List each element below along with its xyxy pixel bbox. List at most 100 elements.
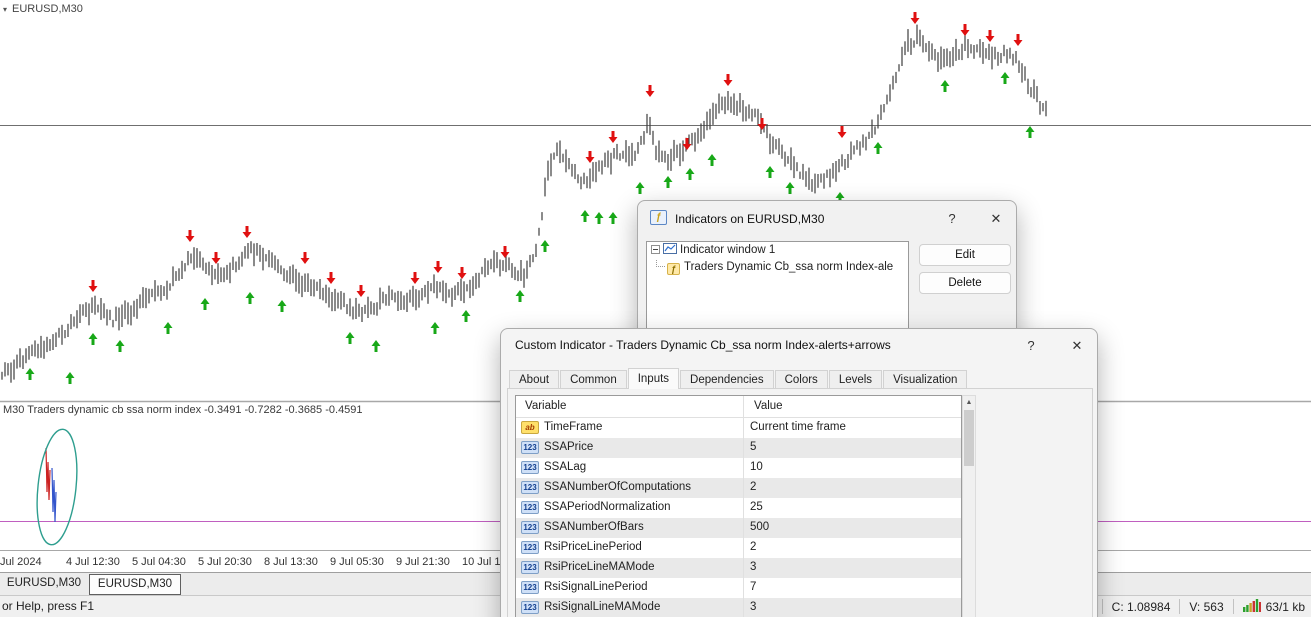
time-axis-label: 9 Jul 05:30	[330, 556, 384, 568]
input-row-SSAPeriodNormalization[interactable]: 123 SSAPeriodNormalization 25	[516, 498, 961, 518]
number-type-icon: 123	[521, 581, 539, 594]
tree-child-label[interactable]: Traders Dynamic Cb_ssa norm Index-ale	[684, 261, 893, 273]
chart-tab[interactable]: EURUSD,M30	[0, 573, 88, 595]
tree-connector	[656, 259, 665, 267]
dialog-title: Indicators on EURUSD,M30	[675, 212, 825, 226]
indicator-pane-label: M30 Traders dynamic cb ssa norm index -0…	[3, 404, 363, 416]
dialog-tab-inputs[interactable]: Inputs	[627, 368, 680, 389]
value-cell[interactable]: 2	[750, 541, 756, 553]
dialog-tab-common[interactable]: Common	[560, 370, 627, 389]
number-type-icon: 123	[521, 461, 539, 474]
variable-cell: RsiSignalLineMAMode	[544, 601, 661, 613]
dialog-tab-about[interactable]: About	[509, 370, 560, 389]
tree-child-row[interactable]: ƒ Traders Dynamic Cb_ssa norm Index-ale	[647, 259, 908, 276]
chart-tab-active[interactable]: EURUSD,M30	[89, 574, 181, 595]
dialog-title: Custom Indicator - Traders Dynamic Cb_ss…	[515, 338, 891, 352]
variable-cell: RsiSignalLinePeriod	[544, 581, 648, 593]
chart-dropdown-icon[interactable]: ▾	[3, 5, 7, 14]
variable-cell: SSAPeriodNormalization	[544, 501, 671, 513]
edit-button[interactable]: Edit	[919, 244, 1011, 266]
number-type-icon: 123	[521, 481, 539, 494]
value-cell[interactable]: 3	[750, 601, 756, 613]
number-type-icon: 123	[521, 501, 539, 514]
value-cell[interactable]: 500	[750, 521, 769, 533]
variable-column-header[interactable]: Variable	[525, 400, 566, 412]
value-cell[interactable]: 3	[750, 561, 756, 573]
input-row-SSANumberOfBars[interactable]: 123 SSANumberOfBars 500	[516, 518, 961, 538]
input-row-RsiPriceLinePeriod[interactable]: 123 RsiPriceLinePeriod 2	[516, 538, 961, 558]
tree-root-row[interactable]: Indicator window 1	[647, 242, 908, 259]
time-axis-label: Jul 2024	[0, 556, 42, 568]
variable-cell: SSAPrice	[544, 441, 594, 453]
status-quote: C: 1.08984	[1111, 599, 1171, 614]
dialog-tab-dependencies[interactable]: Dependencies	[680, 370, 774, 389]
status-divider	[1232, 599, 1234, 614]
status-right-segments: C: 1.08984 V: 563 63/1 kb	[1093, 596, 1305, 617]
variable-cell: RsiPriceLineMAMode	[544, 561, 655, 573]
input-row-TimeFrame[interactable]: ab TimeFrame Current time frame	[516, 418, 961, 438]
custom-indicator-icon: ƒ	[667, 263, 680, 275]
table-body: ab TimeFrame Current time frame 123 SSAPrice…	[516, 418, 961, 617]
number-type-icon: 123	[521, 561, 539, 574]
time-axis-label: 8 Jul 13:30	[264, 556, 318, 568]
scrollbar-thumb[interactable]	[964, 410, 974, 466]
indicator-pane-drawing	[36, 428, 78, 546]
status-divider	[1179, 599, 1181, 614]
input-row-SSALag[interactable]: 123 SSALag 10	[516, 458, 961, 478]
dialog-tab-colors[interactable]: Colors	[774, 370, 828, 389]
scroll-up-icon[interactable]: ▲	[963, 396, 975, 409]
table-header: Variable Value	[516, 396, 961, 418]
inputs-tab-panel: Variable Value ab TimeFrame Current time f…	[507, 388, 1093, 617]
close-button[interactable]: ✕	[985, 208, 1007, 230]
value-cell[interactable]: 5	[750, 441, 756, 453]
number-type-icon: 123	[521, 521, 539, 534]
indicator-window-icon	[663, 243, 677, 254]
variable-cell: SSANumberOfComputations	[544, 481, 692, 493]
value-cell[interactable]: 7	[750, 581, 756, 593]
time-axis-label: 4 Jul 12:30	[66, 556, 120, 568]
value-cell[interactable]: 2	[750, 481, 756, 493]
time-axis-label: 5 Jul 20:30	[198, 556, 252, 568]
status-help-text: or Help, press F1	[2, 599, 95, 613]
variable-cell: SSALag	[544, 461, 587, 473]
chart-symbol-label: ▾ EURUSD,M30	[3, 3, 83, 15]
value-cell[interactable]: 10	[750, 461, 763, 473]
network-traffic-icon	[1242, 598, 1261, 615]
dialog-tab-visualization[interactable]: Visualization	[883, 370, 968, 389]
number-type-icon: 123	[521, 541, 539, 554]
input-row-RsiPriceLineMAMode[interactable]: 123 RsiPriceLineMAMode 3	[516, 558, 961, 578]
table-scrollbar[interactable]: ▲	[962, 395, 976, 617]
input-row-SSAPrice[interactable]: 123 SSAPrice 5	[516, 438, 961, 458]
mt-terminal-window: ▾ EURUSD,M30 M30 Traders dynamic cb ssa …	[0, 0, 1311, 617]
time-axis-label: 5 Jul 04:30	[132, 556, 186, 568]
inputs-table[interactable]: Variable Value ab TimeFrame Current time f…	[515, 395, 962, 617]
number-type-icon: 123	[521, 601, 539, 614]
string-type-icon: ab	[521, 421, 539, 434]
number-type-icon: 123	[521, 441, 539, 454]
help-button[interactable]: ?	[941, 208, 963, 230]
custom-indicator-dialog: Custom Indicator - Traders Dynamic Cb_ss…	[500, 328, 1098, 617]
tree-root-label[interactable]: Indicator window 1	[680, 244, 775, 256]
variable-cell: TimeFrame	[544, 421, 603, 433]
value-cell[interactable]: Current time frame	[750, 421, 846, 433]
value-cell[interactable]: 25	[750, 501, 763, 513]
delete-button[interactable]: Delete	[919, 272, 1011, 294]
close-button[interactable]: ✕	[1066, 335, 1088, 357]
tree-collapse-icon[interactable]	[651, 245, 660, 254]
variable-cell: RsiPriceLinePeriod	[544, 541, 642, 553]
status-traffic: 63/1 kb	[1265, 599, 1305, 614]
dialog-tab-levels[interactable]: Levels	[828, 370, 883, 389]
value-column-header[interactable]: Value	[754, 400, 783, 412]
variable-cell: SSANumberOfBars	[544, 521, 644, 533]
indicators-dialog-icon: ƒ	[650, 210, 667, 225]
input-row-SSANumberOfComputations[interactable]: 123 SSANumberOfComputations 2	[516, 478, 961, 498]
help-button[interactable]: ?	[1020, 335, 1042, 357]
status-volume: V: 563	[1189, 599, 1224, 614]
dialog-tab-strip: About Common Inputs Dependencies Colors Level…	[509, 368, 968, 389]
input-row-RsiSignalLinePeriod[interactable]: 123 RsiSignalLinePeriod 7	[516, 578, 961, 598]
input-row-RsiSignalLineMAMode[interactable]: 123 RsiSignalLineMAMode 3	[516, 598, 961, 617]
time-axis-label: 9 Jul 21:30	[396, 556, 450, 568]
annotation-ellipse	[36, 428, 78, 546]
symbol-text: EURUSD,M30	[12, 3, 83, 15]
status-divider	[1101, 599, 1103, 614]
